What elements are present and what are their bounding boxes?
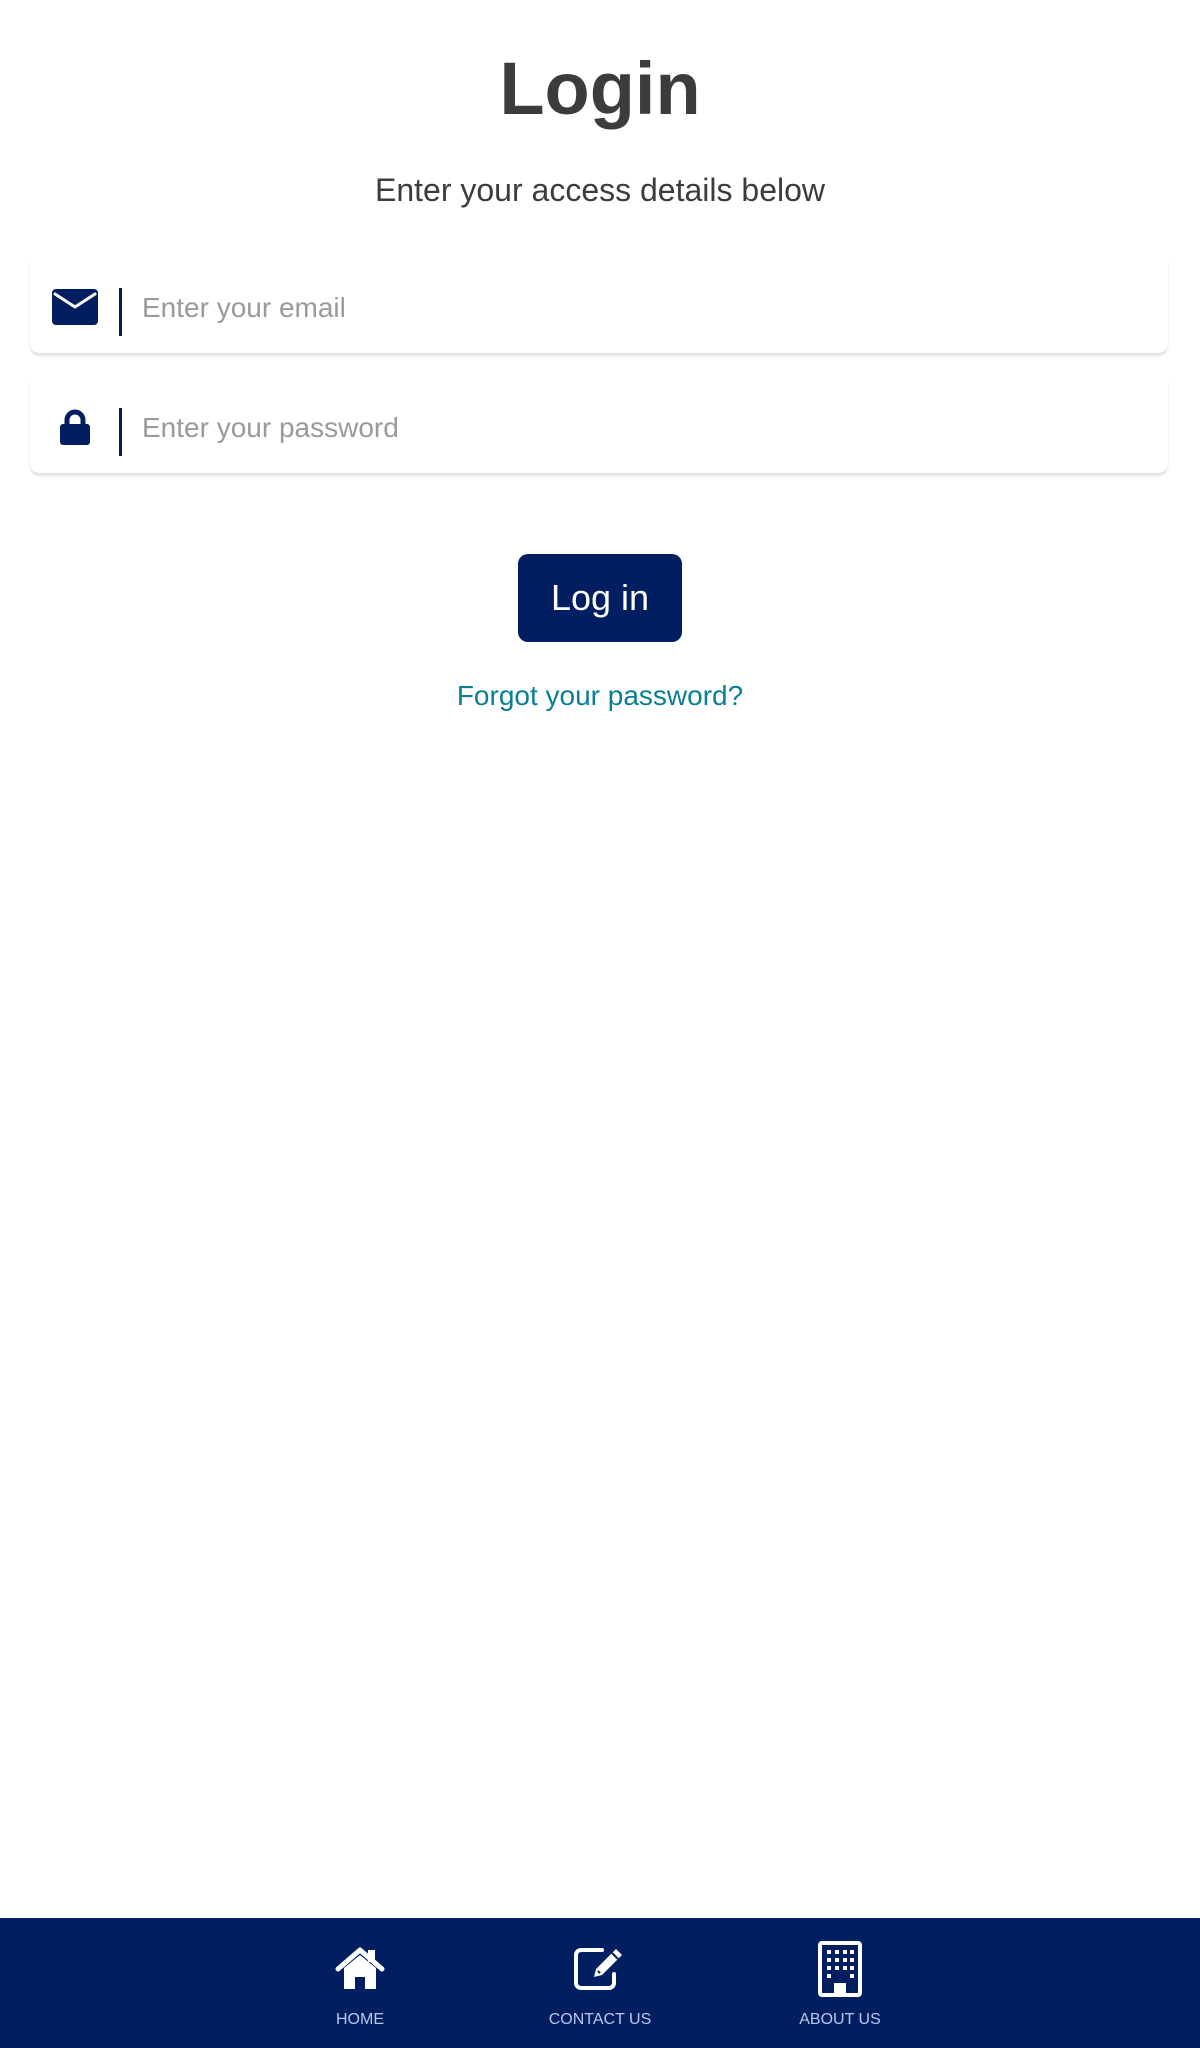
- nav-item-home[interactable]: HOME: [280, 1918, 440, 2048]
- password-input[interactable]: [142, 400, 1142, 456]
- home-icon: [330, 1940, 390, 1998]
- edit-icon: [570, 1940, 630, 1998]
- nav-item-contact-us[interactable]: CONTACT US: [520, 1918, 680, 2048]
- nav-item-about-us[interactable]: ABOUT US: [760, 1918, 920, 2048]
- email-input[interactable]: [142, 280, 1142, 336]
- nav-label: ABOUT US: [799, 2011, 881, 2028]
- nav-label: CONTACT US: [548, 2011, 652, 2028]
- lock-icon: [52, 404, 98, 450]
- field-divider: [119, 408, 122, 456]
- field-divider: [119, 288, 122, 336]
- login-button[interactable]: Log in: [518, 554, 682, 642]
- page-subtitle: Enter your access details below: [375, 172, 825, 208]
- bottom-nav: HOME CONTACT US ABOUT US: [0, 1918, 1200, 2048]
- email-field-container: [30, 260, 1168, 354]
- forgot-password-row: Forgot your password?: [0, 678, 1200, 714]
- login-page: Login Enter your access details below Lo…: [0, 0, 1200, 2048]
- nav-label: HOME: [336, 2011, 384, 2028]
- page-title: Login: [499, 47, 701, 130]
- password-field-container: [30, 380, 1168, 474]
- forgot-password-link[interactable]: Forgot your password?: [457, 680, 743, 711]
- building-icon: [810, 1940, 870, 1998]
- envelope-icon: [52, 284, 98, 330]
